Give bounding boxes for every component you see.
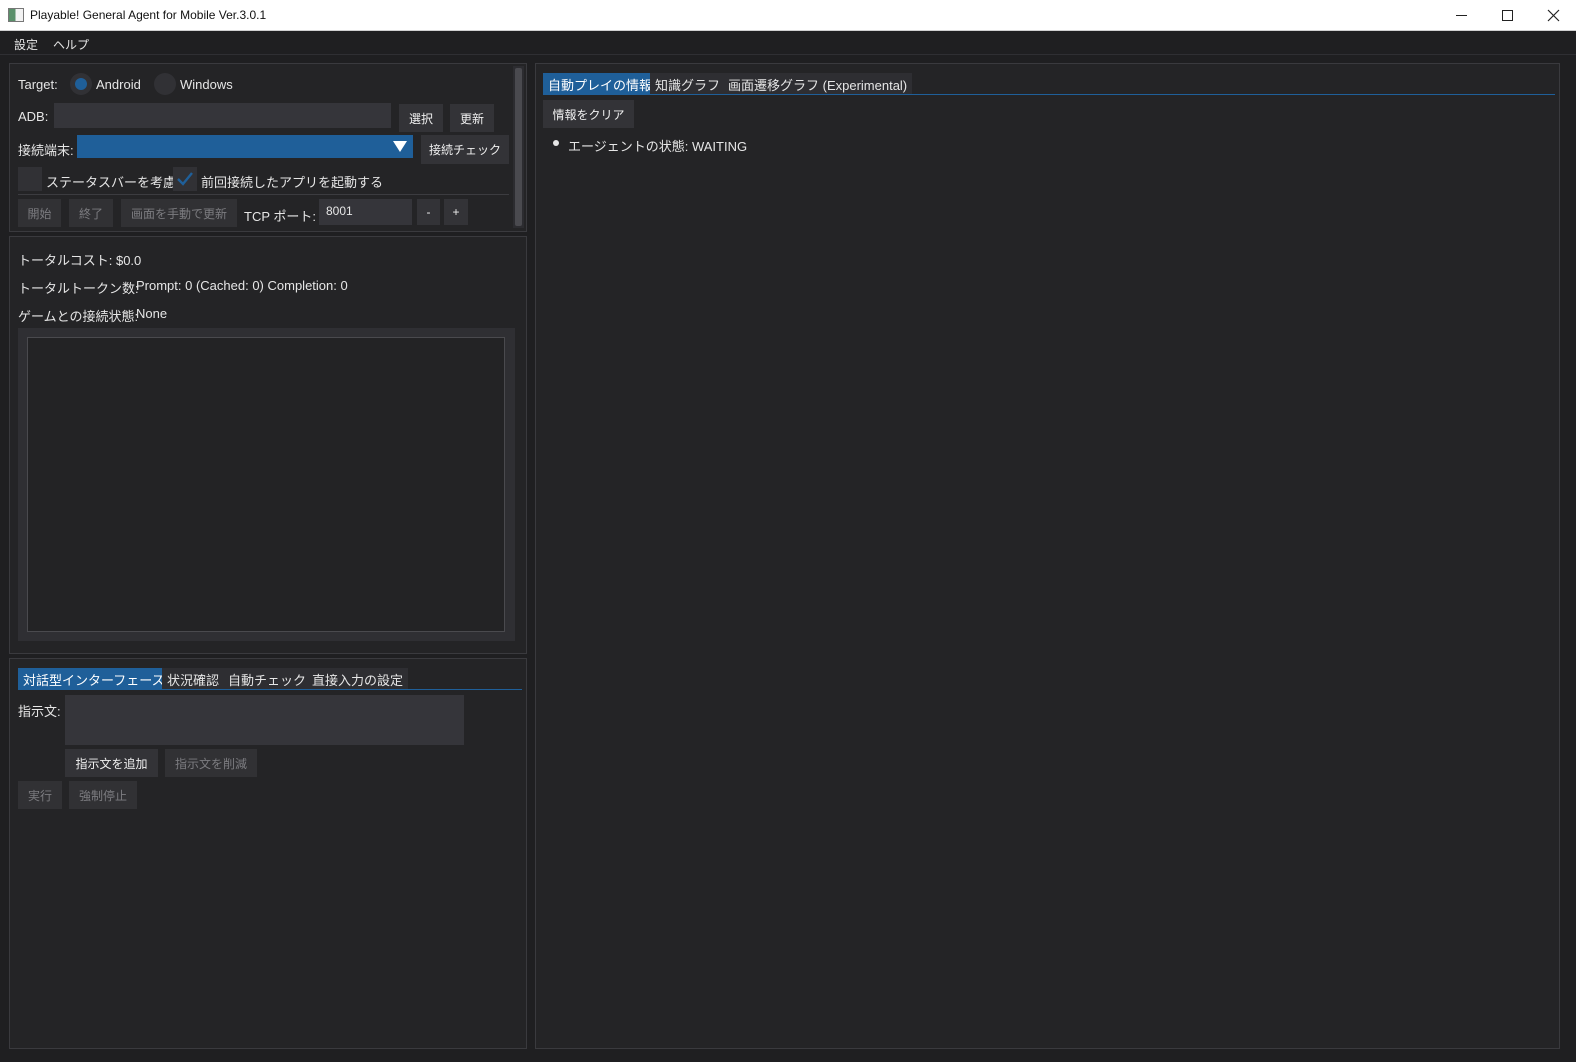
tab-underline: [543, 94, 1555, 95]
tab-autoplay-info[interactable]: 自動プレイの情報: [543, 73, 658, 95]
adb-path-input[interactable]: [54, 103, 391, 128]
minimize-icon: [1455, 15, 1467, 16]
maximize-button[interactable]: [1484, 0, 1530, 31]
info-panel: 自動プレイの情報 知識グラフ 画面遷移グラフ (Experimental) 情報…: [535, 63, 1560, 1049]
manual-refresh-button[interactable]: 画面を手動で更新: [121, 199, 237, 227]
total-cost: トータルコスト: $0.0: [18, 253, 142, 268]
tcp-port-label: TCP ポート:: [244, 209, 316, 224]
screen-preview-frame: [18, 328, 515, 641]
adb-refresh-button[interactable]: 更新: [450, 104, 494, 132]
port-increment-button[interactable]: +: [444, 199, 468, 225]
stop-button[interactable]: 終了: [69, 199, 113, 227]
window-title: Playable! General Agent for Mobile Ver.3…: [30, 8, 267, 22]
title-bar: Playable! General Agent for Mobile Ver.3…: [0, 0, 1576, 31]
agent-state: エージェントの状態: WAITING: [568, 139, 748, 154]
connection-scrollbar[interactable]: [513, 66, 524, 228]
statusbar-checkbox[interactable]: [18, 167, 42, 191]
maximize-icon: [1501, 10, 1513, 21]
close-button[interactable]: [1530, 0, 1576, 31]
total-tokens-value: Prompt: 0 (Cached: 0) Completion: 0: [136, 278, 348, 293]
scrollbar-thumb[interactable]: [515, 68, 522, 226]
game-connection-value: None: [136, 306, 168, 321]
tab-interactive-interface[interactable]: 対話型インターフェース: [18, 668, 170, 690]
menu-bar: 設定 ヘルプ: [0, 31, 1576, 55]
statusbar-checkbox-label[interactable]: ステータスバーを考慮: [46, 172, 176, 191]
run-button[interactable]: 実行: [18, 781, 62, 809]
interaction-panel: 対話型インターフェース 状況確認 自動チェック 直接入力の設定 指示文: 指示文…: [9, 658, 527, 1049]
connection-check-button[interactable]: 接続チェック: [421, 135, 509, 164]
menu-settings[interactable]: 設定: [14, 36, 38, 53]
target-label: Target:: [18, 77, 58, 92]
adb-select-button[interactable]: 選択: [399, 104, 443, 132]
launch-last-app-checkbox[interactable]: [173, 167, 197, 191]
windows-radio[interactable]: [154, 73, 176, 95]
android-radio[interactable]: [70, 73, 92, 95]
app-icon: [8, 8, 24, 22]
clear-info-button[interactable]: 情報をクリア: [543, 100, 634, 128]
android-radio-label[interactable]: Android: [96, 77, 141, 92]
bullet-icon: [553, 140, 559, 146]
stats-panel: トータルコスト: $0.0 トータルトークン数: Prompt: 0 (Cach…: [9, 236, 527, 654]
checkmark-icon: [177, 172, 193, 186]
menu-help[interactable]: ヘルプ: [53, 36, 89, 53]
minimize-button[interactable]: [1438, 0, 1484, 31]
total-tokens-label: トータルトークン数:: [18, 281, 139, 296]
tab-direct-input-settings[interactable]: 直接入力の設定: [307, 668, 409, 690]
screen-preview: [27, 337, 505, 632]
instruction-label: 指示文:: [18, 704, 61, 719]
tab-auto-check[interactable]: 自動チェック: [223, 668, 312, 690]
device-label: 接続端末:: [18, 143, 74, 158]
device-select[interactable]: [77, 135, 413, 158]
force-stop-button[interactable]: 強制停止: [69, 781, 137, 809]
launch-last-app-checkbox-label[interactable]: 前回接続したアプリを起動する: [201, 172, 383, 191]
windows-radio-label[interactable]: Windows: [180, 77, 233, 92]
game-connection-label: ゲームとの接続状態:: [18, 309, 139, 324]
tab-status-check[interactable]: 状況確認: [162, 668, 225, 690]
separator: [18, 194, 509, 195]
tab-underline: [18, 689, 522, 690]
start-button[interactable]: 開始: [18, 199, 61, 227]
port-decrement-button[interactable]: -: [417, 199, 440, 225]
add-instruction-button[interactable]: 指示文を追加: [65, 749, 158, 777]
remove-instruction-button[interactable]: 指示文を削減: [165, 749, 257, 777]
connection-panel: Target: Android Windows ADB: 選択 更新 接続端末:…: [9, 63, 527, 232]
close-icon: [1547, 9, 1559, 22]
tab-knowledge-graph[interactable]: 知識グラフ: [650, 73, 726, 95]
tcp-port-input[interactable]: 8001: [319, 199, 412, 225]
instruction-input[interactable]: [65, 695, 464, 745]
adb-label: ADB:: [18, 109, 49, 124]
tab-screen-transition-graph[interactable]: 画面遷移グラフ (Experimental): [723, 73, 913, 95]
dropdown-arrow-icon: [393, 141, 407, 152]
